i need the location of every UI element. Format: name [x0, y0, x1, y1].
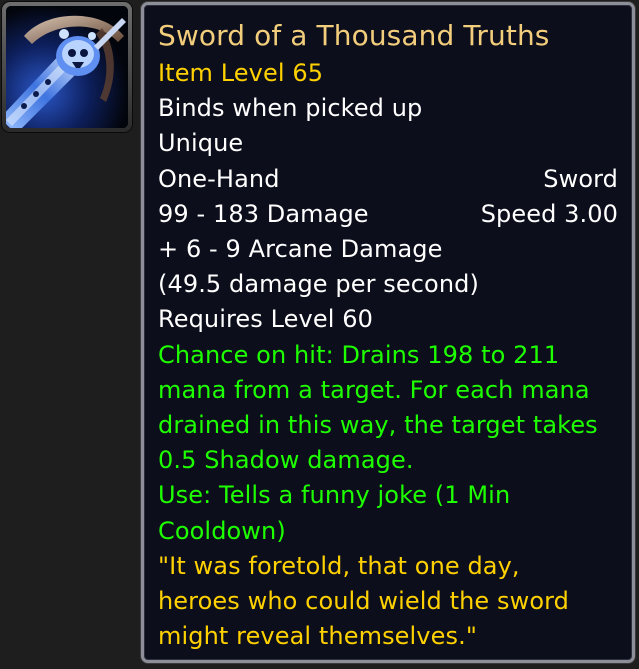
- item-tooltip: Sword of a Thousand Truths Item Level 65…: [141, 2, 635, 663]
- flavor-text-line: "It was foretold, that one day,: [158, 551, 520, 580]
- tooltip-screen: Sword of a Thousand Truths Item Level 65…: [0, 0, 639, 669]
- weapon-speed: Speed 3.00: [480, 199, 618, 228]
- bonus-damage: + 6 - 9 Arcane Damage: [158, 235, 443, 264]
- sword-item-icon: [6, 6, 128, 128]
- damage-row: 99 - 183 Damage Speed 3.00: [158, 197, 618, 232]
- flavor-text-line: heroes who could wield the sword: [158, 587, 569, 616]
- use-effect-line: Use: Tells a funny joke (1 Min: [158, 481, 511, 510]
- item-name: Sword of a Thousand Truths: [158, 19, 550, 52]
- slot-row: One-Hand Sword: [158, 162, 618, 197]
- chance-on-hit-line: Chance on hit: Drains 198 to 211: [158, 340, 560, 369]
- flavor-text-line: might reveal themselves.": [158, 622, 477, 651]
- item-icon-slot[interactable]: [2, 2, 132, 132]
- damage-range: 99 - 183 Damage: [158, 199, 369, 228]
- dps-text: (49.5 damage per second): [158, 270, 479, 299]
- item-level: Item Level 65: [158, 59, 324, 87]
- use-effect-line: Cooldown): [158, 516, 286, 545]
- chance-on-hit-line: mana from a target. For each mana: [158, 375, 590, 404]
- unique-text: Unique: [158, 129, 244, 158]
- chance-on-hit-line: 0.5 Shadow damage.: [158, 446, 414, 475]
- chance-on-hit-line: drained in this way, the target takes: [158, 411, 598, 440]
- weapon-type-label: Sword: [543, 164, 618, 193]
- level-requirement: Requires Level 60: [158, 305, 373, 334]
- slot-label: One-Hand: [158, 164, 280, 193]
- binding-text: Binds when picked up: [158, 94, 423, 123]
